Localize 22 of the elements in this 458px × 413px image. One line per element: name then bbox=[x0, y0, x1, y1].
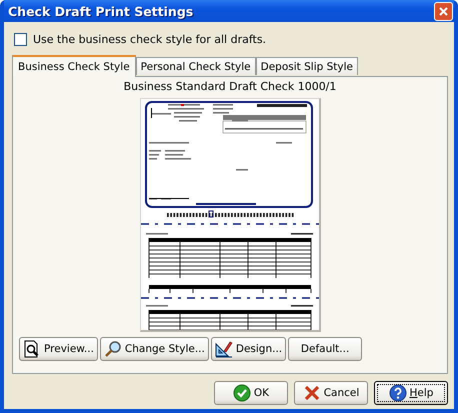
checkbox[interactable] bbox=[14, 32, 27, 46]
help-button[interactable]: Help bbox=[374, 381, 448, 405]
checkbox-label: Use the business check style for all drafts. bbox=[33, 32, 266, 46]
help-icon bbox=[388, 384, 407, 402]
design-button[interactable]: Design... bbox=[210, 337, 286, 361]
cross-icon bbox=[302, 384, 321, 402]
tab[interactable]: Deposit Slip Style bbox=[256, 57, 358, 75]
checkmark-icon bbox=[232, 384, 251, 402]
magnifier-icon bbox=[104, 340, 122, 358]
preview-icon bbox=[23, 340, 41, 358]
tab[interactable]: Personal Check Style bbox=[136, 57, 256, 75]
preview-button[interactable]: Preview... bbox=[19, 337, 98, 361]
ok-button[interactable]: OK bbox=[214, 381, 288, 405]
tab[interactable]: Business Check Style bbox=[12, 55, 136, 77]
cancel-button[interactable]: Cancel bbox=[294, 381, 368, 405]
preview-caption: Business Standard Draft Check 1000/1 bbox=[124, 80, 336, 95]
window-title: Check Draft Print Settings bbox=[8, 4, 194, 18]
close-button[interactable] bbox=[434, 2, 453, 20]
set-square-icon bbox=[214, 340, 233, 358]
close-icon bbox=[439, 6, 448, 16]
change-style-button[interactable]: Change Style... bbox=[100, 337, 209, 361]
default-button[interactable]: Default... bbox=[288, 337, 362, 361]
